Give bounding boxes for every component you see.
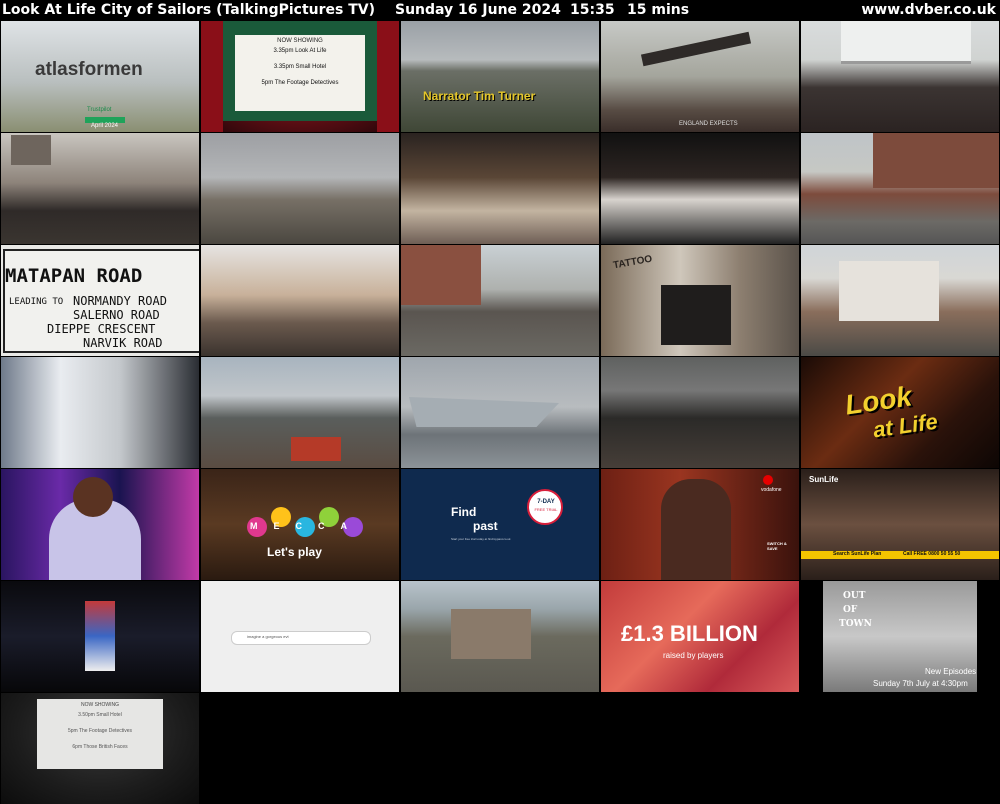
presenter-head xyxy=(73,477,113,517)
houses-row xyxy=(873,133,999,188)
new-episodes-date: Sunday 7th July at 4:30pm xyxy=(873,679,968,688)
thumbnail-18[interactable] xyxy=(401,357,599,468)
anchor-shape xyxy=(640,31,752,67)
new-episodes-label: New Episodes xyxy=(925,667,977,676)
sunlife-banner xyxy=(801,551,999,559)
lottery-subtitle: raised by players xyxy=(663,651,724,660)
thumbnail-21[interactable] xyxy=(1,469,199,580)
thumbnail-8[interactable] xyxy=(401,133,599,244)
programme-title: Look At Life City of Sailors (TalkingPic… xyxy=(2,2,376,18)
sunlife-search: Search SunLife Plan xyxy=(833,551,882,557)
switch-save-tag: SWITCH & SAVE xyxy=(767,541,787,551)
thumbnail-29[interactable]: £1.3 BILLION raised by players xyxy=(601,581,799,692)
thumbnail-26[interactable] xyxy=(1,581,199,692)
site-link[interactable]: www.dvber.co.uk xyxy=(861,0,996,20)
terraced-houses xyxy=(451,609,531,659)
screen-heading: NOW SHOWING xyxy=(277,38,323,44)
thumbnail-16[interactable] xyxy=(1,357,199,468)
sailors-group xyxy=(661,285,731,345)
curtain-right xyxy=(377,21,399,132)
out-of-town-title-1: OUT xyxy=(843,591,866,601)
sign-leading-to: LEADING TO xyxy=(9,297,64,307)
thumbnail-11[interactable]: MATAPAN ROAD LEADING TO NORMANDY ROAD SA… xyxy=(1,245,199,356)
badge-line-1: 7-DAY xyxy=(537,499,555,505)
sign-main-road: MATAPAN ROAD xyxy=(5,265,143,287)
thumbnail-5[interactable] xyxy=(801,21,999,132)
schedule-mono-line-2: 5pm The Footage Detectives xyxy=(67,728,133,734)
mecca-logo-letters: MECCA xyxy=(250,521,363,531)
schedule-mono-line-3: 6pm Those British Faces xyxy=(72,744,128,750)
thumbnail-12[interactable] xyxy=(201,245,399,356)
glitch-figure xyxy=(85,601,115,671)
thumbnail-15[interactable] xyxy=(801,245,999,356)
man-figure xyxy=(661,479,731,580)
findmypast-logo-1: Find xyxy=(451,505,477,519)
sign-road-1: NORMANDY ROAD xyxy=(73,294,167,308)
building-facade xyxy=(841,21,971,64)
thumbnail-3[interactable]: Narrator Tim Turner xyxy=(401,21,599,132)
broadcast-time: 15:35 xyxy=(570,2,615,18)
lottery-amount: £1.3 BILLION xyxy=(621,621,758,646)
badge-line-2: FREE TRIAL xyxy=(534,507,558,512)
thumbnail-30[interactable]: OUT OF TOWN New Episodes Sunday 7th July… xyxy=(801,581,999,692)
header-bar: Look At Life City of Sailors (TalkingPic… xyxy=(0,0,1000,20)
sign-road-3: DIEPPE CRESCENT xyxy=(47,322,156,336)
schedule-line-2: 3.35pm Small Hotel xyxy=(273,64,327,70)
thumbnail-6[interactable] xyxy=(1,133,199,244)
cinema-screen-mono xyxy=(37,699,163,769)
curtain-left xyxy=(201,21,223,132)
thumbnail-31[interactable]: NOW SHOWING 3.50pm Small Hotel 5pm The F… xyxy=(1,693,199,804)
thumbnail-22[interactable]: MECCA Let's play xyxy=(201,469,399,580)
thumbnail-25[interactable]: SunLife Search SunLife Plan Call FREE 08… xyxy=(801,469,999,580)
thumbnail-7[interactable] xyxy=(201,133,399,244)
out-of-town-title-2: OF xyxy=(843,605,858,615)
thumbnail-10[interactable] xyxy=(801,133,999,244)
thumbnail-1[interactable]: atlasformen Trustpilot April 2024 xyxy=(1,21,199,132)
sign-road-2: SALERNO ROAD xyxy=(73,308,160,322)
sign-road-4: NARVIK ROAD xyxy=(83,336,163,350)
thumbnail-17[interactable] xyxy=(201,357,399,468)
sunlife-phone: Call FREE 0800 50 55 50 xyxy=(903,551,961,557)
mecca-tagline: Let's play xyxy=(267,545,322,559)
cinema-screen xyxy=(235,35,365,111)
findmypast-logo-2: past xyxy=(473,519,498,533)
vodafone-logo-icon xyxy=(763,475,773,485)
thumbnail-13[interactable] xyxy=(401,245,599,356)
thumbnail-28[interactable] xyxy=(401,581,599,692)
thumbnail-19[interactable] xyxy=(601,357,799,468)
atlasformen-logo: atlasformen xyxy=(35,59,143,80)
thumbnail-14[interactable]: TATTOO xyxy=(601,245,799,356)
warship xyxy=(409,397,559,427)
programme-duration: 15 mins xyxy=(627,2,690,18)
thumbnail-24[interactable]: vodafone SWITCH & SAVE xyxy=(601,469,799,580)
trustpilot-badge: Trustpilot xyxy=(87,107,112,113)
dome-building xyxy=(11,135,51,165)
monument-inscription: ENGLAND EXPECTS xyxy=(679,121,738,127)
schedule-line-3: 5pm The Footage Detectives xyxy=(261,80,339,86)
sunlife-logo: SunLife xyxy=(809,475,839,484)
thumbnail-4[interactable]: ENGLAND EXPECTS xyxy=(601,21,799,132)
broadcast-date: Sunday 16 June 2024 xyxy=(395,2,561,18)
building-block xyxy=(401,245,481,305)
findmypast-url: Start your free trial today at findmypas… xyxy=(451,537,511,541)
schedule-mono-line-1: 3.50pm Small Hotel xyxy=(78,712,122,718)
trustpilot-date: April 2024 xyxy=(91,123,119,129)
narrator-caption: Narrator Tim Turner xyxy=(423,89,536,103)
search-bar-text: imagine a gorgeous evt xyxy=(247,634,289,639)
pub-building xyxy=(839,261,939,321)
thumbnail-2[interactable]: NOW SHOWING 3.35pm Look At Life 3.35pm S… xyxy=(201,21,399,132)
thumbnail-27[interactable]: imagine a gorgeous evt xyxy=(201,581,399,692)
thumbnail-23[interactable]: Find past 7-DAY FREE TRIAL Start your fr… xyxy=(401,469,599,580)
thumbnail-20[interactable]: Look at Life xyxy=(801,357,999,468)
tattoo-sign: TATTOO xyxy=(612,253,654,272)
vodafone-brand: vodafone xyxy=(761,487,782,493)
thumbnail-9[interactable] xyxy=(601,133,799,244)
lorry xyxy=(291,437,341,461)
screen-heading-mono: NOW SHOWING xyxy=(80,702,120,708)
out-of-town-title-3: TOWN xyxy=(839,619,872,629)
schedule-line-1: 3.35pm Look At Life xyxy=(273,48,327,54)
